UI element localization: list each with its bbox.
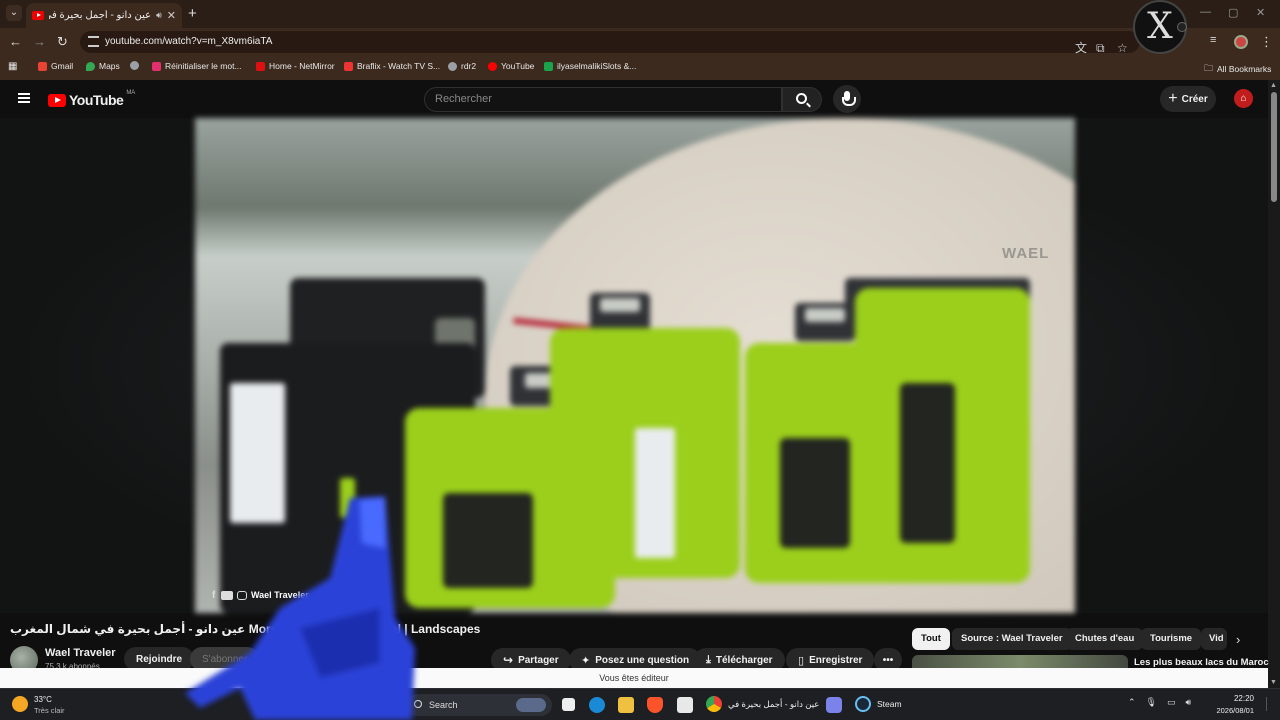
steam-icon — [855, 696, 871, 712]
download-icon: ⤓ — [706, 653, 711, 666]
show-desktop-button[interactable] — [1266, 697, 1274, 711]
bookmark-slots[interactable]: ilyaselmalikiSlots &... — [544, 61, 636, 71]
scroll-up-icon[interactable]: ▲ — [1270, 82, 1277, 89]
apps-grid-icon[interactable]: ▦ — [8, 61, 17, 72]
country-code: MA — [126, 90, 136, 96]
bookmark-unnamed[interactable] — [130, 61, 139, 70]
recommended-video-title[interactable]: Les plus beaux lacs du Maroc — [1134, 657, 1269, 668]
x-overlay-logo-icon: X — [1133, 0, 1187, 54]
task-view-icon[interactable] — [562, 698, 575, 711]
file-explorer-icon[interactable] — [618, 697, 634, 713]
netmirror-icon — [256, 61, 265, 71]
reload-icon[interactable]: ↻ — [57, 34, 68, 50]
youtube-icon — [488, 61, 497, 71]
browser-tab-active[interactable]: عين دانو - أجمل بحيرة في ش... 🔊︎ ✕ — [26, 3, 182, 28]
new-tab-plus-icon[interactable]: + — [188, 5, 197, 22]
chip-videos[interactable]: Vid — [1201, 628, 1227, 650]
site-info-icon[interactable] — [88, 36, 99, 47]
browser-nav-bar: ← → ↻ youtube.com/watch?v=m_X8vm6iaTA 文 … — [0, 28, 1280, 56]
volume-icon[interactable]: 🔊︎ — [1186, 697, 1192, 708]
chip-source[interactable]: Source : Wael Traveler — [952, 628, 1072, 650]
tab-list-chevron-icon[interactable]: ⌄ — [6, 5, 22, 21]
all-bookmarks[interactable]: 🗀︎ All Bookmarks — [1204, 61, 1271, 77]
maximize-icon[interactable]: ▢ — [1228, 6, 1238, 19]
browser-menu-icon[interactable]: ⋮ — [1260, 34, 1273, 50]
weather-description[interactable]: Très clair — [34, 706, 65, 715]
scroll-down-icon[interactable]: ▼ — [1270, 679, 1277, 686]
close-tab-icon[interactable]: ✕ — [167, 9, 176, 22]
hamburger-menu-icon[interactable] — [18, 93, 30, 103]
video-corner-watermark: WAEL — [1002, 245, 1050, 262]
reading-list-icon[interactable]: ≡ — [1210, 34, 1216, 46]
scrollbar-thumb[interactable] — [1271, 92, 1277, 202]
search-highlight-icon — [516, 698, 546, 712]
weather-sun-icon[interactable] — [12, 696, 28, 712]
globe-icon — [130, 61, 139, 70]
chips-next-chevron-icon[interactable]: › — [1236, 632, 1240, 647]
bookmark-maps[interactable]: Maps — [86, 61, 120, 71]
bookmarks-bar: ▦ Gmail Maps Réinitialiser le mot... Hom… — [0, 56, 1280, 80]
gmail-icon — [38, 61, 47, 71]
chip-tourism[interactable]: Tourisme — [1141, 628, 1202, 650]
taskbar-chrome-app[interactable]: عين دانو - أجمل بحيرة في — [706, 696, 819, 712]
edge-icon[interactable] — [589, 697, 605, 713]
search-input[interactable]: Rechercher — [424, 87, 782, 112]
globe-icon — [448, 61, 457, 71]
youtube-logo[interactable]: YouTube MA — [48, 90, 136, 108]
create-button[interactable]: + Créer — [1160, 86, 1216, 112]
sparkle-icon: ✦ — [581, 654, 591, 667]
microphone-icon[interactable]: 🎙︎ — [1146, 697, 1157, 708]
share-arrow-icon: ↪ — [503, 653, 514, 667]
bookmark-icon: ▯ — [798, 654, 805, 667]
close-window-icon[interactable]: ✕ — [1256, 6, 1265, 19]
clock-time[interactable]: 22:20 — [1222, 694, 1254, 703]
clock-date[interactable]: 2026/08/01 — [1206, 706, 1254, 715]
forward-arrow-icon[interactable]: → — [33, 34, 46, 49]
taskbar-steam-app[interactable]: Steam — [855, 696, 902, 712]
minimize-icon[interactable]: — — [1200, 6, 1211, 18]
youtube-header: YouTube MA Rechercher + Créer ⌂ — [0, 80, 1268, 118]
search-icon — [796, 93, 807, 104]
page-scrollbar[interactable]: ▲ ▼ — [1268, 80, 1280, 688]
teams-icon[interactable] — [826, 697, 842, 713]
chip-all[interactable]: Tout — [912, 628, 950, 650]
back-arrow-icon[interactable]: ← — [9, 34, 22, 49]
user-avatar[interactable]: ⌂ — [1234, 89, 1253, 108]
voice-search-mic-icon[interactable] — [833, 85, 861, 113]
audio-icon[interactable]: 🔊︎ — [156, 10, 162, 21]
system-tray: ⌃ 🎙︎ ▭ 🔊︎ — [1128, 697, 1191, 708]
bookmark-rdr2[interactable]: rdr2 — [448, 61, 476, 71]
brave-icon[interactable] — [647, 697, 663, 713]
profile-avatar-icon[interactable] — [1234, 35, 1248, 49]
tray-overflow-chevron-icon[interactable]: ⌃ — [1128, 697, 1136, 708]
tab-title: عين دانو - أجمل بحيرة في ش... — [49, 10, 152, 21]
channel-name[interactable]: Wael Traveler — [45, 647, 116, 659]
address-bar[interactable]: youtube.com/watch?v=m_X8vm6iaTA 文 ⧉ ☆ — [80, 31, 1140, 55]
braflix-icon — [344, 61, 353, 71]
bookmark-youtube[interactable]: YouTube — [488, 61, 534, 71]
instagram-icon — [152, 61, 161, 71]
network-icon[interactable]: ▭ — [1167, 697, 1176, 708]
store-icon[interactable] — [677, 697, 693, 713]
maps-pin-icon — [86, 61, 95, 71]
youtube-play-icon — [48, 93, 66, 107]
chip-waterfalls[interactable]: Chutes d'eau — [1066, 628, 1144, 650]
kick-icon — [544, 61, 553, 71]
bookmark-netmirror[interactable]: Home - NetMirror — [256, 61, 335, 71]
youtube-favicon-icon — [32, 11, 44, 20]
bookmark-instagram[interactable]: Réinitialiser le mot... — [152, 61, 242, 71]
browser-tab-bar: ⌄ عين دانو - أجمل بحيرة في ش... 🔊︎ ✕ + —… — [0, 0, 1280, 28]
bookmark-gmail[interactable]: Gmail — [38, 61, 73, 71]
taskbar-search[interactable]: Search — [406, 694, 552, 716]
chrome-icon — [706, 696, 722, 712]
search-button[interactable] — [782, 87, 822, 112]
plus-icon: + — [1168, 90, 1178, 107]
url-text: youtube.com/watch?v=m_X8vm6iaTA — [105, 36, 273, 47]
folder-icon: 🗀︎ — [1204, 63, 1214, 73]
hand-overlay — [185, 496, 415, 720]
bookmark-braflix[interactable]: Braflix - Watch TV S... — [344, 61, 440, 71]
weather-temperature[interactable]: 33°C — [34, 695, 52, 704]
